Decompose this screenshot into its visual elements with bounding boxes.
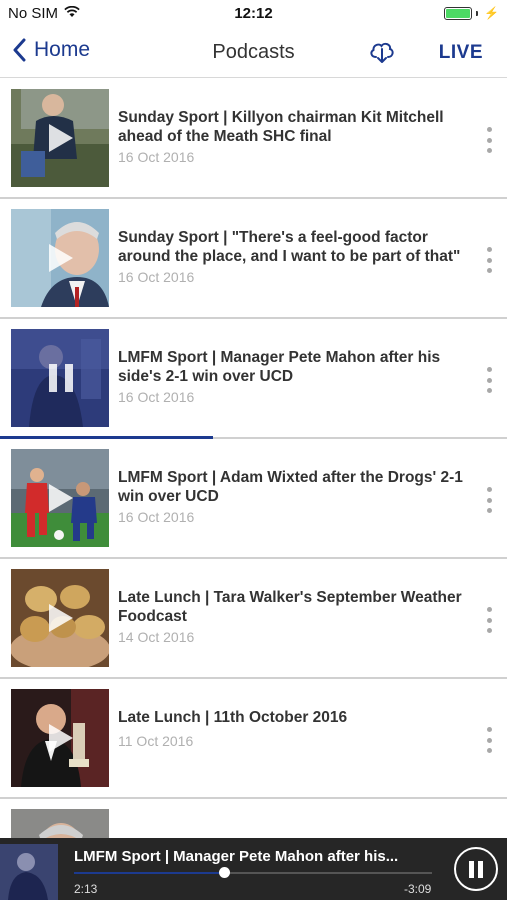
more-options-icon[interactable]: [483, 247, 495, 273]
playback-scrubber[interactable]: [74, 867, 432, 878]
scrubber-handle[interactable]: [219, 867, 231, 878]
podcast-list: Sunday Sport | Killyon chairman Kit Mitc…: [0, 79, 507, 900]
podcast-date: 16 Oct 2016: [118, 509, 195, 525]
chevron-left-icon: [13, 38, 26, 62]
back-button[interactable]: Home: [12, 38, 90, 62]
more-options-icon[interactable]: [483, 727, 495, 753]
pause-icon: [469, 861, 474, 878]
battery-icon: [444, 6, 473, 20]
play-icon: [49, 484, 73, 512]
live-button[interactable]: LIVE: [439, 42, 483, 64]
mini-player[interactable]: LMFM Sport | Manager Pete Mahon after hi…: [0, 838, 507, 900]
now-playing-thumbnail[interactable]: [0, 844, 58, 900]
battery-group: ⚡: [444, 6, 499, 20]
podcast-date: 14 Oct 2016: [118, 629, 195, 645]
podcast-row[interactable]: Late Lunch | Tara Walker's September Wea…: [0, 559, 507, 679]
cloud-download-icon[interactable]: [368, 38, 396, 71]
podcast-thumbnail[interactable]: [11, 209, 109, 307]
playback-progress: [74, 872, 225, 874]
podcast-date: 16 Oct 2016: [118, 269, 195, 285]
podcast-thumbnail[interactable]: [11, 569, 109, 667]
podcast-date: 16 Oct 2016: [118, 149, 195, 165]
status-bar: No SIM 12:12 ⚡: [0, 0, 507, 28]
podcast-row[interactable]: Sunday Sport | Killyon chairman Kit Mitc…: [0, 79, 507, 199]
more-options-icon[interactable]: [483, 127, 495, 153]
navigation-bar: Home Podcasts LIVE: [0, 28, 507, 78]
podcast-title: Late Lunch | Tara Walker's September Wea…: [118, 589, 462, 625]
remaining-time: -3:09: [404, 882, 432, 896]
pause-icon: [49, 364, 73, 392]
podcast-title: Late Lunch | 11th October 2016: [118, 709, 348, 726]
more-options-icon[interactable]: [483, 607, 495, 633]
podcast-thumbnail[interactable]: [11, 329, 109, 427]
play-icon: [49, 244, 73, 272]
podcast-title: LMFM Sport | Manager Pete Mahon after hi…: [118, 349, 441, 385]
now-playing-title: LMFM Sport | Manager Pete Mahon after hi…: [74, 848, 399, 865]
more-options-icon[interactable]: [483, 367, 495, 393]
status-time: 12:12: [234, 5, 273, 22]
play-icon: [49, 724, 73, 752]
elapsed-time: 2:13: [74, 882, 98, 896]
podcast-row[interactable]: LMFM Sport | Adam Wixted after the Drogs…: [0, 439, 507, 559]
podcast-date: 16 Oct 2016: [118, 389, 195, 405]
podcast-date: 11 Oct 2016: [118, 733, 194, 749]
podcast-title: LMFM Sport | Adam Wixted after the Drogs…: [118, 469, 463, 505]
podcast-thumbnail[interactable]: [11, 689, 109, 787]
more-options-icon[interactable]: [483, 487, 495, 513]
podcast-title: Sunday Sport | "There's a feel-good fact…: [118, 229, 461, 265]
podcast-row[interactable]: Sunday Sport | "There's a feel-good fact…: [0, 199, 507, 319]
podcast-thumbnail[interactable]: [11, 449, 109, 547]
charging-icon: ⚡: [484, 6, 499, 20]
podcast-row[interactable]: Late Lunch | 11th October 2016 11 Oct 20…: [0, 679, 507, 799]
podcast-row[interactable]: LMFM Sport | Manager Pete Mahon after hi…: [0, 319, 507, 439]
podcast-title: Sunday Sport | Killyon chairman Kit Mitc…: [118, 109, 444, 145]
back-button-label: Home: [34, 38, 91, 61]
pause-button[interactable]: [454, 847, 498, 891]
play-icon: [49, 604, 73, 632]
play-icon: [49, 124, 73, 152]
podcast-thumbnail[interactable]: [11, 89, 109, 187]
